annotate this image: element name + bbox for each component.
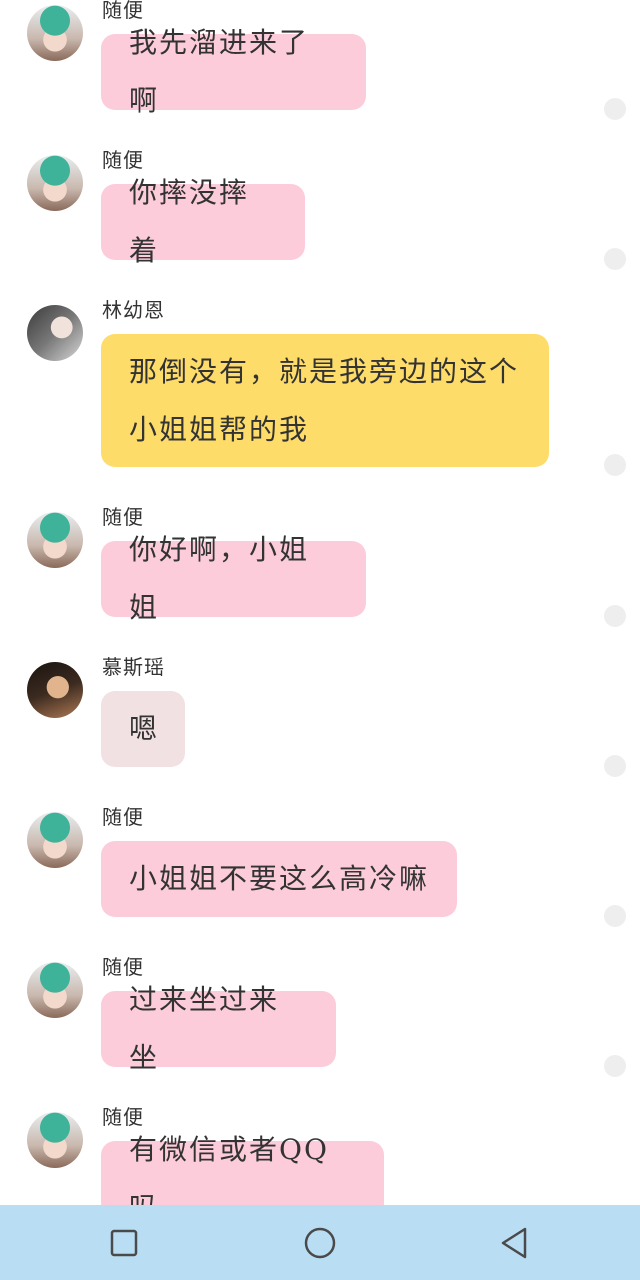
- message-bubble[interactable]: 我先溜进来了啊: [101, 26, 366, 117]
- sender-name: 慕斯瑶: [102, 655, 165, 679]
- message-bubble[interactable]: 有微信或者QQ吗: [101, 1133, 384, 1205]
- message-status-dot: [604, 248, 626, 270]
- avatar[interactable]: [27, 305, 83, 361]
- chat-log: 随便 我先溜进来了啊 随便 你摔没摔着 林幼恩 那倒没有，就是我旁边的这个小姐姐…: [0, 0, 640, 1205]
- message-bubble[interactable]: 你好啊，小姐姐: [101, 533, 366, 624]
- message-status-dot: [604, 755, 626, 777]
- message-status-dot: [604, 605, 626, 627]
- message-status-dot: [604, 454, 626, 476]
- back-button[interactable]: [474, 1205, 554, 1280]
- message-bubble[interactable]: 嗯: [101, 691, 185, 767]
- home-button[interactable]: [280, 1205, 360, 1280]
- system-navigation-bar: [0, 1205, 640, 1280]
- sender-name: 林幼恩: [102, 298, 165, 322]
- message-bubble[interactable]: 小姐姐不要这么高冷嘛: [101, 841, 457, 917]
- avatar[interactable]: [27, 812, 83, 868]
- message-status-dot: [604, 98, 626, 120]
- message-status-dot: [604, 1055, 626, 1077]
- avatar[interactable]: [27, 1112, 83, 1168]
- message-bubble[interactable]: 过来坐过来坐: [101, 983, 336, 1074]
- avatar[interactable]: [27, 155, 83, 211]
- avatar[interactable]: [27, 962, 83, 1018]
- avatar[interactable]: [27, 5, 83, 61]
- message-bubble[interactable]: 那倒没有，就是我旁边的这个小姐姐帮的我: [101, 334, 549, 467]
- recent-apps-button[interactable]: [84, 1205, 164, 1280]
- avatar[interactable]: [27, 662, 83, 718]
- message-status-dot: [604, 905, 626, 927]
- avatar[interactable]: [27, 512, 83, 568]
- sender-name: 随便: [102, 805, 144, 829]
- message-bubble[interactable]: 你摔没摔着: [101, 176, 305, 267]
